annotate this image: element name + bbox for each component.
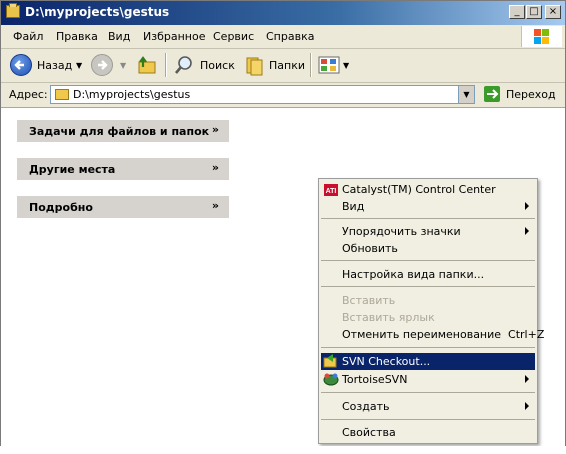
menu-item-paste-shortcut[interactable]: Вставить ярлык (321, 309, 535, 326)
back-arrow-icon (14, 60, 24, 70)
taskbar-edge (0, 446, 566, 454)
folder-icon (55, 89, 69, 100)
menu-bar: Файл Правка Вид Избранное Сервис Справка (1, 25, 565, 49)
up-folder-icon (138, 56, 156, 74)
folders-label[interactable]: Папки (269, 59, 305, 72)
search-button[interactable] (173, 54, 195, 76)
menu-item-label: Создать (342, 400, 390, 413)
task-panel-other-places[interactable]: Другие места » (17, 158, 229, 180)
go-button[interactable]: Переход (481, 85, 561, 104)
folder-icon (6, 3, 20, 18)
close-button[interactable]: × (545, 5, 561, 19)
menu-item-customize-folder[interactable]: Настройка вида папки... (321, 266, 535, 283)
ati-icon: ATI (324, 184, 338, 196)
menu-item-svn-checkout[interactable]: SVN Checkout... (321, 353, 535, 370)
menu-item-label: SVN Checkout... (342, 355, 431, 368)
panel-title: Другие места (29, 163, 116, 176)
chevron-down-icon[interactable]: » (212, 161, 219, 174)
menu-item-catalyst[interactable]: ATI Catalyst(TM) Control Center (321, 181, 535, 198)
menu-separator (321, 260, 535, 261)
panel-title: Подробно (29, 201, 93, 214)
menu-file[interactable]: Файл (13, 30, 43, 43)
menu-edit[interactable]: Правка (56, 30, 98, 43)
toolbar: Назад ▼ ▼ Поиск Папки ▼ (1, 49, 565, 83)
go-arrow-icon (484, 86, 500, 102)
menu-item-view[interactable]: Вид (321, 198, 535, 215)
svg-text:ATI: ATI (326, 188, 337, 195)
menu-item-label: Обновить (342, 242, 398, 255)
search-icon (175, 56, 192, 74)
address-input[interactable]: D:\myprojects\gestus ▼ (50, 85, 475, 104)
address-value: D:\myprojects\gestus (73, 88, 191, 101)
menu-view[interactable]: Вид (108, 30, 130, 43)
address-label: Адрес: (9, 88, 48, 101)
submenu-arrow-icon (525, 402, 529, 410)
maximize-button[interactable]: □ (526, 5, 542, 19)
menu-item-label: Свойства (342, 426, 396, 439)
views-dropdown-icon[interactable]: ▼ (343, 61, 349, 70)
title-bar[interactable]: D:\myprojects\gestus _ □ × (1, 1, 565, 25)
chevron-down-icon[interactable]: » (212, 199, 219, 212)
submenu-arrow-icon (525, 202, 529, 210)
views-icon (318, 56, 340, 74)
toolbar-separator (310, 53, 312, 77)
menu-item-refresh[interactable]: Обновить (321, 240, 535, 257)
menu-separator (321, 347, 535, 348)
menu-item-label: Настройка вида папки... (342, 268, 485, 281)
menu-separator (321, 419, 535, 420)
panel-title: Задачи для файлов и папок (29, 125, 210, 138)
menu-separator (321, 218, 535, 219)
chevron-down-icon[interactable]: » (212, 123, 219, 136)
tortoisesvn-icon (323, 373, 339, 386)
task-panel-details[interactable]: Подробно » (17, 196, 229, 218)
menu-item-new[interactable]: Создать (321, 398, 535, 415)
forward-dropdown-icon[interactable]: ▼ (120, 61, 126, 70)
menu-item-label: Вставить ярлык (342, 311, 435, 324)
toolbar-separator (165, 53, 167, 77)
minimize-button[interactable]: _ (509, 5, 525, 19)
menu-item-label: Вставить (342, 294, 396, 307)
menu-item-paste[interactable]: Вставить (321, 292, 535, 309)
forward-arrow-icon (98, 60, 108, 70)
address-dropdown-icon[interactable]: ▼ (458, 86, 474, 103)
views-button[interactable] (317, 55, 341, 75)
menu-item-arrange-icons[interactable]: Упорядочить значки (321, 223, 535, 240)
menu-item-undo-rename[interactable]: Отменить переименование Ctrl+Z (321, 326, 544, 343)
menu-tools[interactable]: Сервис (213, 30, 254, 43)
folders-icon (246, 57, 263, 76)
menu-item-properties[interactable]: Свойства (321, 424, 535, 441)
menu-separator (321, 392, 535, 393)
menu-item-label: Упорядочить значки (342, 225, 461, 238)
windows-logo-icon (521, 26, 562, 47)
go-label: Переход (506, 88, 556, 101)
context-menu: ATI Catalyst(TM) Control Center Вид Упор… (318, 178, 544, 444)
back-label[interactable]: Назад (37, 59, 72, 72)
up-folder-button[interactable] (135, 55, 157, 75)
menu-item-tortoisesvn[interactable]: TortoiseSVN (321, 371, 535, 388)
menu-favorites[interactable]: Избранное (143, 30, 205, 43)
submenu-arrow-icon (525, 375, 529, 383)
search-label[interactable]: Поиск (200, 59, 235, 72)
menu-help[interactable]: Справка (266, 30, 314, 43)
back-dropdown-icon[interactable]: ▼ (76, 61, 82, 70)
menu-item-label: Отменить переименование Ctrl+Z (342, 328, 545, 341)
forward-button[interactable] (91, 54, 113, 76)
address-bar: Адрес: D:\myprojects\gestus ▼ Переход (1, 83, 565, 108)
svn-checkout-icon (323, 354, 337, 368)
menu-item-label: Вид (342, 200, 365, 213)
submenu-arrow-icon (525, 227, 529, 235)
task-panel-file-tasks[interactable]: Задачи для файлов и папок » (17, 120, 229, 142)
menu-item-label: Catalyst(TM) Control Center (342, 183, 496, 196)
back-button[interactable] (10, 54, 32, 76)
menu-item-label: TortoiseSVN (342, 373, 408, 386)
folders-button[interactable] (244, 54, 266, 76)
window-title: D:\myprojects\gestus (25, 5, 170, 19)
menu-separator (321, 286, 535, 287)
